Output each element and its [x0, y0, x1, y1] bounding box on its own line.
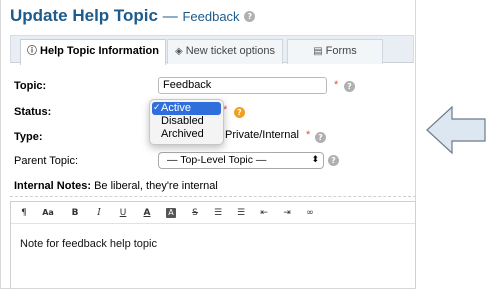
internal-notes-hint: Be liberal, they're internal	[91, 180, 218, 192]
status-label: Status:	[14, 106, 52, 118]
forms-icon: ▤	[313, 46, 323, 57]
topic-input[interactable]: Feedback	[158, 77, 327, 94]
indent-icon[interactable]: ⇥	[280, 206, 294, 220]
outdent-icon[interactable]: ⇤	[257, 206, 271, 220]
option-label: Disabled	[161, 115, 204, 127]
help-icon[interactable]: ?	[244, 11, 256, 23]
tab-label: Help Topic Information	[40, 45, 159, 57]
bold-icon[interactable]: B	[68, 206, 82, 220]
help-topic-panel: Update Help Topic — Feedback ? ⓘ Help Top…	[0, 0, 416, 289]
page-title-sub: Feedback	[182, 9, 240, 24]
link-icon[interactable]: ∞	[303, 206, 317, 220]
option-label: Archived	[161, 128, 204, 140]
type-label: Type:	[14, 131, 43, 143]
unordered-list-icon[interactable]: ☰	[211, 206, 225, 220]
help-icon[interactable]: ?	[328, 155, 339, 166]
help-icon[interactable]: ?	[315, 132, 326, 143]
tag-icon: ◈	[175, 46, 183, 57]
status-option-archived[interactable]: Archived	[150, 128, 223, 141]
left-arrow-graphic	[426, 105, 486, 155]
divider	[10, 196, 416, 197]
help-icon[interactable]: ?	[234, 107, 245, 118]
required-mark: *	[306, 129, 311, 141]
option-label: Active	[161, 102, 191, 114]
topic-label: Topic:	[14, 80, 47, 92]
notes-editor[interactable]: ¶ Aa B I U A A S ☰ ☰ ⇤ ⇥ ∞ Note for feed…	[10, 201, 416, 289]
tab-bar: ⓘ Help Topic Information ◈ New ticket opti…	[10, 35, 414, 65]
page-title-dash: —	[162, 8, 178, 25]
parent-topic-select[interactable]: — Top-Level Topic — ⬍	[158, 152, 324, 169]
page-title-main: Update Help Topic	[10, 6, 158, 25]
parent-topic-label: Parent Topic:	[14, 155, 79, 167]
checkmark-icon: ✓	[153, 103, 161, 113]
status-dropdown[interactable]: ✓ Active Disabled Archived	[149, 99, 224, 145]
required-mark: *	[334, 79, 339, 91]
status-option-disabled[interactable]: Disabled	[150, 115, 223, 128]
select-arrows-icon: ⬍	[311, 155, 319, 165]
tab-help-topic-information[interactable]: ⓘ Help Topic Information	[20, 39, 166, 65]
tab-new-ticket-options[interactable]: ◈ New ticket options	[167, 39, 283, 64]
help-icon[interactable]: ?	[344, 81, 355, 92]
info-circle-icon: ⓘ	[27, 46, 38, 57]
status-option-active[interactable]: ✓ Active	[152, 102, 221, 115]
left-arrow-icon	[425, 105, 487, 160]
font-size-icon[interactable]: Aa	[41, 206, 55, 220]
text-color-icon[interactable]: A	[140, 206, 154, 220]
notes-text[interactable]: Note for feedback help topic	[20, 238, 157, 250]
internal-notes-label: Internal Notes: Be liberal, they're inte…	[14, 180, 218, 192]
tab-label: New ticket options	[185, 45, 275, 57]
ordered-list-icon[interactable]: ☰	[234, 206, 248, 220]
italic-icon[interactable]: I	[92, 206, 106, 220]
internal-notes-label-bold: Internal Notes:	[14, 180, 92, 192]
underline-icon[interactable]: U	[116, 206, 130, 220]
tab-forms[interactable]: ▤ Forms	[287, 39, 383, 64]
bg-color-icon[interactable]: A	[166, 208, 176, 218]
parent-topic-value: — Top-Level Topic —	[167, 154, 267, 166]
editor-toolbar: ¶ Aa B I U A A S ☰ ☰ ⇤ ⇥ ∞	[11, 202, 415, 224]
paragraph-icon[interactable]: ¶	[17, 206, 31, 220]
type-select-value[interactable]: Private/Internal	[225, 129, 299, 141]
page-title: Update Help Topic — Feedback ?	[10, 6, 256, 26]
tab-label: Forms	[325, 45, 357, 57]
strikethrough-icon[interactable]: S	[188, 206, 202, 220]
